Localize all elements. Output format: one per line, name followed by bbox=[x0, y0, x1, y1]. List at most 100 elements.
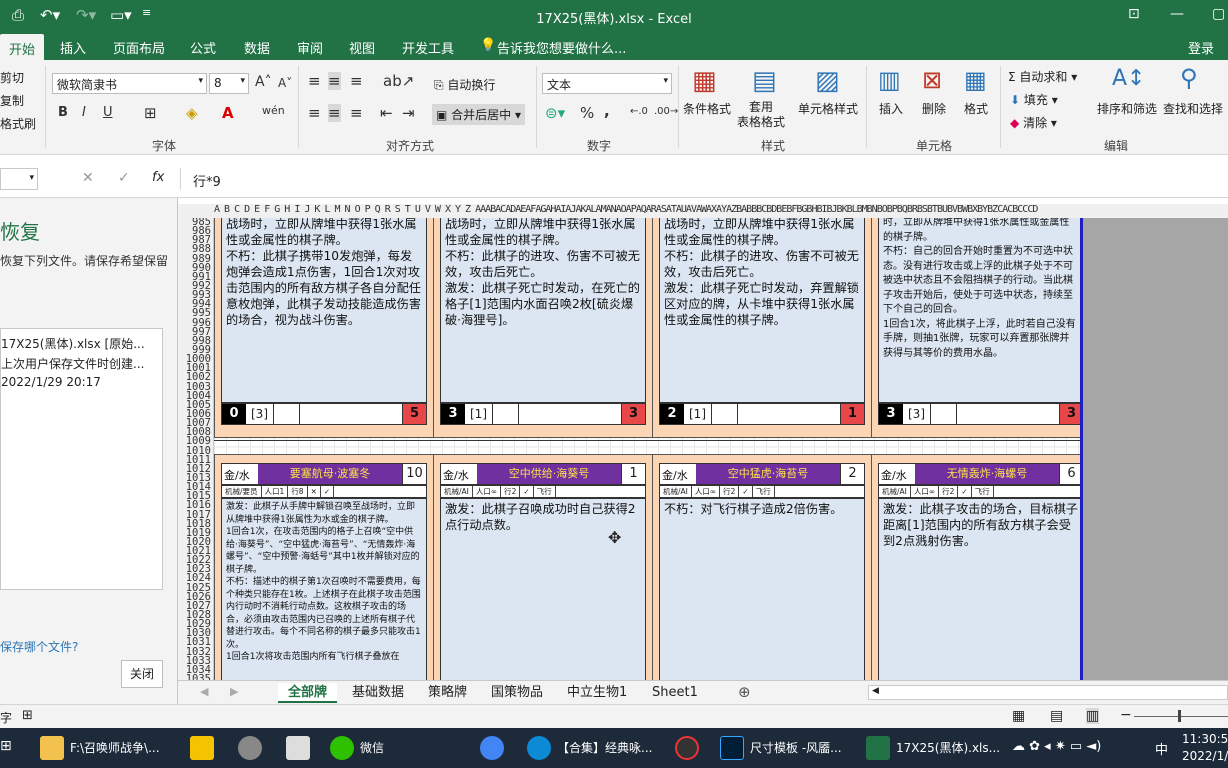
card-top-2[interactable]: 战场时，立即从牌堆中获得1张水属性或金属性的棋子牌。 不朽：此棋子的进攻、伤害不… bbox=[433, 218, 653, 438]
card-top-3[interactable]: 战场时，立即从牌堆中获得1张水属性或金属性的棋子牌。 不朽：此棋子的进攻、伤害不… bbox=[652, 218, 872, 438]
copy-button[interactable]: 复制 bbox=[0, 92, 24, 109]
bold-button[interactable]: B bbox=[58, 105, 68, 120]
taskbar-edge[interactable]: 【合集】经典咏... bbox=[557, 739, 652, 756]
comma-button[interactable]: , bbox=[604, 102, 610, 120]
font-name-select[interactable]: 微软简隶书 ▾ bbox=[52, 73, 207, 94]
excel-icon[interactable] bbox=[866, 736, 890, 760]
phonetic-icon[interactable]: wén bbox=[262, 104, 285, 117]
decrease-font-icon[interactable]: A˅ bbox=[278, 76, 292, 90]
clock-date[interactable]: 2022/1/3 bbox=[1182, 749, 1228, 763]
align-right-icon[interactable]: ≡ bbox=[350, 104, 363, 122]
ime-indicator[interactable]: 中 bbox=[1155, 739, 1168, 758]
sheet-tab-neutral[interactable]: 中立生物1 bbox=[557, 683, 637, 703]
tab-review[interactable]: 审阅 bbox=[297, 38, 323, 57]
cell-styles-button[interactable]: 单元格样式 bbox=[798, 100, 858, 117]
percent-button[interactable]: % bbox=[580, 104, 594, 122]
calculator-icon[interactable] bbox=[286, 736, 310, 760]
taskbar-wechat[interactable]: 微信 bbox=[360, 739, 384, 756]
tell-me-box[interactable]: 告诉我您想要做什么... bbox=[497, 38, 626, 57]
player-icon[interactable] bbox=[190, 736, 214, 760]
align-top-icon[interactable]: ≡ bbox=[308, 72, 321, 90]
chrome-icon[interactable] bbox=[480, 736, 504, 760]
horizontal-scrollbar[interactable]: ◀ bbox=[868, 685, 1228, 700]
worksheet-grid[interactable]: 战场时，立即从牌堆中获得1张水属性或金属性的棋子牌。 不朽：此棋子携带10发炮弹… bbox=[214, 218, 1082, 680]
insert-cells-button[interactable]: 插入 bbox=[879, 100, 903, 117]
tray-icons[interactable]: ☁ ✿ ◂ ✷ ▭ ◄) bbox=[1012, 739, 1101, 754]
fill-color-icon[interactable]: ◈ bbox=[186, 104, 198, 122]
fill-button[interactable]: ⬇ 填充 ▾ bbox=[1010, 91, 1058, 108]
font-size-select[interactable]: 8 ▾ bbox=[209, 73, 249, 94]
card-hailuo[interactable]: 金/水 无情轰炸·海螺号 6 机械/AI 人口∞ 行2 ✓ 飞行 激发：此棋子攻击的场合，目… bbox=[871, 454, 1082, 680]
tab-data[interactable]: 数据 bbox=[244, 38, 270, 57]
increase-font-icon[interactable]: A˄ bbox=[255, 74, 272, 90]
tab-formulas[interactable]: 公式 bbox=[190, 38, 216, 57]
increase-decimal-icon[interactable]: ←.0 bbox=[630, 106, 648, 117]
tab-developer[interactable]: 开发工具 bbox=[402, 38, 454, 57]
orientation-icon[interactable]: ab↗ bbox=[383, 72, 414, 90]
tab-scroll-right-icon[interactable]: ▶ bbox=[230, 685, 238, 698]
card-poseidon[interactable]: 金/水 要塞航母·波塞冬 10 机械/要员 人口1 行8 ✕ ✓ 激发：此棋子从手牌中解锁召… bbox=[214, 454, 434, 680]
card-haitai[interactable]: 金/水 空中猛虎·海苔号 2 机械/AI 人口∞ 行2 ✓ 飞行 不朽：对飞行棋子造成2倍伤… bbox=[652, 454, 872, 680]
sheet-tab-strategy[interactable]: 策略牌 bbox=[418, 683, 477, 703]
number-format-select[interactable]: 文本 ▾ bbox=[542, 73, 672, 94]
cell-styles-icon[interactable]: ▨ bbox=[815, 66, 840, 96]
tab-insert[interactable]: 插入 bbox=[60, 38, 86, 57]
zoom-slider[interactable] bbox=[1134, 710, 1228, 722]
card-top-1[interactable]: 战场时，立即从牌堆中获得1张水属性或金属性的棋子牌。 不朽：此棋子携带10发炮弹… bbox=[214, 218, 434, 438]
start-icon[interactable]: ⊞ bbox=[0, 738, 12, 754]
cancel-formula-icon[interactable]: ✕ bbox=[82, 170, 94, 186]
format-cells-button[interactable]: 格式 bbox=[964, 100, 988, 117]
sheet-tab-sheet1[interactable]: Sheet1 bbox=[642, 683, 708, 703]
format-painter-button[interactable]: 格式刷 bbox=[0, 115, 36, 132]
sort-filter-button[interactable]: 排序和筛选 bbox=[1097, 100, 1157, 117]
indent-increase-icon[interactable]: ⇥ bbox=[402, 104, 415, 122]
italic-button[interactable]: I bbox=[82, 105, 86, 120]
align-middle-icon[interactable]: ≡ bbox=[328, 72, 341, 90]
app-icon[interactable] bbox=[238, 736, 262, 760]
align-bottom-icon[interactable]: ≡ bbox=[350, 72, 363, 90]
page-break-view-icon[interactable]: ▥ bbox=[1086, 708, 1100, 724]
find-select-icon[interactable]: ⚲ bbox=[1180, 64, 1198, 92]
border-icon[interactable]: ⊞ bbox=[144, 104, 157, 122]
conditional-format-icon[interactable]: ▦ bbox=[692, 66, 717, 96]
tab-home[interactable]: 开始 bbox=[0, 34, 45, 60]
sheet-tab-base-data[interactable]: 基础数据 bbox=[342, 683, 414, 703]
edge-icon[interactable] bbox=[527, 736, 551, 760]
close-recovery-button[interactable]: 关闭 bbox=[121, 660, 163, 688]
taskbar-ps[interactable]: 尺寸模板 -风靥... bbox=[750, 739, 842, 756]
row-header[interactable]: 985 986 987 988 989 990 991 992 993 994 995 996 997 9… bbox=[178, 218, 214, 680]
autosum-button[interactable]: Σ 自动求和 ▾ bbox=[1008, 68, 1077, 85]
formula-input[interactable]: 行*9 bbox=[180, 168, 1228, 190]
format-table-icon[interactable]: ▤ bbox=[752, 66, 777, 96]
align-center-icon[interactable]: ≡ bbox=[328, 104, 341, 122]
currency-icon[interactable]: ⊜▾ bbox=[545, 104, 565, 122]
macro-record-icon[interactable]: ⊞ bbox=[22, 708, 33, 723]
normal-view-icon[interactable]: ▦ bbox=[1012, 708, 1025, 724]
enter-formula-icon[interactable]: ✓ bbox=[118, 170, 130, 186]
align-left-icon[interactable]: ≡ bbox=[308, 104, 321, 122]
folder-icon[interactable] bbox=[40, 736, 64, 760]
decrease-decimal-icon[interactable]: .00→ bbox=[654, 106, 678, 117]
indent-decrease-icon[interactable]: ⇤ bbox=[380, 104, 393, 122]
app2-icon[interactable] bbox=[675, 736, 699, 760]
minimize-icon[interactable]: — bbox=[1170, 6, 1184, 22]
sort-filter-icon[interactable]: A↕ bbox=[1112, 66, 1145, 91]
column-header[interactable]: A B C D E F G H I J K L M N O P Q R S T … bbox=[178, 204, 1228, 218]
which-file-link[interactable]: 保存哪个文件? bbox=[0, 638, 78, 655]
format-table-button[interactable]: 套用 表格格式 bbox=[737, 100, 785, 130]
sheet-tab-all[interactable]: 全部牌 bbox=[278, 683, 338, 703]
zoom-out-icon[interactable]: − bbox=[1120, 707, 1132, 723]
conditional-format-button[interactable]: 条件格式 bbox=[683, 100, 731, 117]
clear-button[interactable]: ◆ 清除 ▾ bbox=[1010, 114, 1057, 131]
sign-in-link[interactable]: 登录 bbox=[1188, 38, 1214, 57]
clock-time[interactable]: 11:30:50 bbox=[1182, 732, 1228, 746]
page-layout-view-icon[interactable]: ▤ bbox=[1050, 708, 1063, 724]
name-box[interactable]: ▾ bbox=[0, 168, 38, 190]
ribbon-display-icon[interactable]: ⊡ bbox=[1128, 6, 1140, 22]
wrap-text-button[interactable]: ⎘ 自动换行 bbox=[434, 76, 495, 93]
card-haikui[interactable]: 金/水 空中供给·海葵号 1 机械/AI 人口∞ 行2 ✓ 飞行 激发：此棋子召唤成功时自己… bbox=[433, 454, 653, 680]
delete-cells-button[interactable]: 删除 bbox=[922, 100, 946, 117]
merge-center-button[interactable]: ▣ 合并后居中 ▾ bbox=[432, 104, 526, 125]
taskbar-explorer[interactable]: F:\召唤师战争\... bbox=[70, 739, 160, 756]
cut-button[interactable]: 剪切 bbox=[0, 69, 24, 86]
